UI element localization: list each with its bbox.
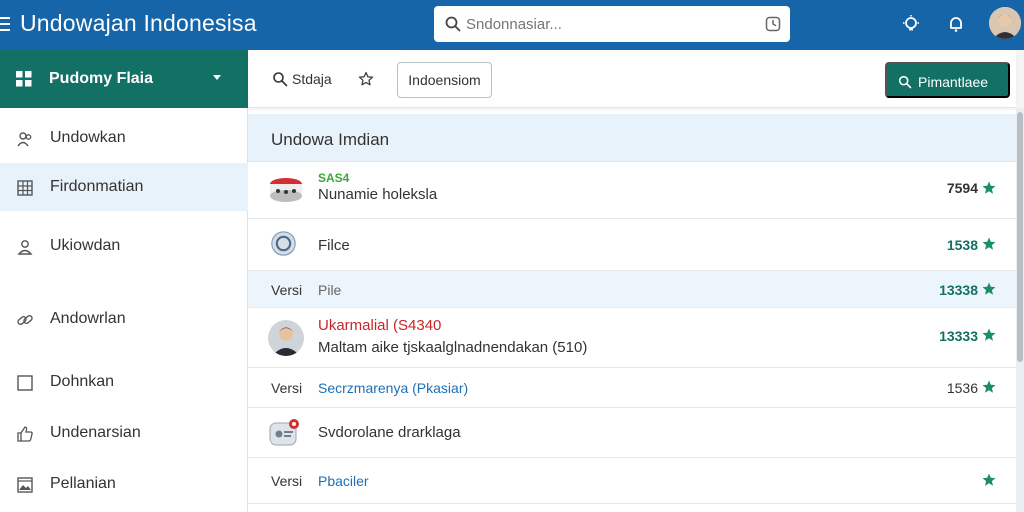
toolbar-search-label[interactable]: Stdaja	[292, 71, 332, 87]
list-item[interactable]: Svdorolane drarklaga	[248, 408, 1016, 458]
toolbar: Stdaja Indoensiom Pimantlaee	[248, 50, 1016, 108]
sidebar-item-label: Pellanian	[50, 475, 116, 492]
item-title: Ukarmalial (S4340	[318, 317, 442, 334]
filter-chip-button[interactable]: Indoensiom	[397, 62, 492, 98]
user-avatar[interactable]	[989, 7, 1021, 39]
sidebar-item-ukiowdan[interactable]: Ukiowdan	[0, 222, 248, 272]
grid-icon	[16, 71, 32, 87]
search-icon[interactable]	[272, 71, 288, 87]
sidebar-item-undenarsian[interactable]: Undenarsian	[0, 409, 248, 459]
item-title: Pile	[318, 282, 342, 298]
notification-bell-icon[interactable]	[944, 12, 968, 36]
sidebar-header-label: Pudomy Flaia	[49, 70, 154, 87]
star-icon[interactable]	[982, 282, 996, 296]
version-label: Versi	[271, 473, 303, 489]
app-header: Undowajan Indonesisa	[0, 0, 1024, 50]
item-title: Svdorolane drarklaga	[318, 424, 461, 441]
list-item[interactable]: Filce 1538	[248, 219, 1016, 271]
item-count: 13338	[939, 282, 978, 298]
item-count: 1538	[946, 237, 978, 253]
history-icon[interactable]	[764, 15, 782, 33]
sidebar: Pudomy Flaia Undowkan Firdonmatian Ukiow…	[0, 50, 248, 512]
item-count: 1536	[946, 380, 978, 396]
sidebar-item-andowrlan[interactable]: Andowrlan	[0, 295, 248, 345]
app-title: Undowajan Indonesisa	[20, 10, 257, 36]
primary-button-label: Pimantlaee	[918, 74, 989, 90]
list-item[interactable]: Versi Pbaciler	[248, 458, 1016, 504]
image-icon	[17, 477, 33, 493]
item-count: 13333	[939, 328, 978, 344]
sidebar-item-firdonmatian[interactable]: Firdonmatian	[0, 163, 248, 211]
star-outline-icon[interactable]	[358, 71, 374, 87]
person-avatar	[268, 320, 304, 356]
search-icon	[445, 16, 461, 32]
primary-search-button[interactable]: Pimantlaee	[885, 62, 1010, 98]
sidebar-item-label: Firdonmatian	[50, 178, 144, 195]
link-icon	[17, 315, 33, 325]
item-tag: SAS4	[318, 171, 350, 185]
chat-app-icon	[268, 415, 304, 451]
menu-icon[interactable]	[0, 13, 12, 35]
global-search[interactable]	[434, 6, 790, 42]
item-subtitle: Maltam aike tjskaalglnadnendakan (510)	[318, 339, 588, 356]
sidebar-item-label: Dohnkan	[50, 373, 115, 390]
item-title: Filce	[318, 237, 350, 254]
version-label: Versi	[271, 282, 303, 298]
lightbulb-icon[interactable]	[899, 12, 923, 36]
version-label: Versi	[271, 380, 303, 396]
search-input[interactable]	[466, 12, 756, 36]
chevron-down-icon	[213, 75, 221, 80]
star-icon[interactable]	[982, 237, 996, 251]
item-link[interactable]: Pbaciler	[318, 473, 369, 489]
square-icon	[17, 375, 33, 391]
scrollbar-thumb[interactable]	[1017, 112, 1023, 362]
star-icon[interactable]	[982, 380, 996, 394]
sidebar-workspace-selector[interactable]: Pudomy Flaia	[0, 50, 248, 108]
vertical-scrollbar[interactable]	[1016, 108, 1024, 512]
item-count: 7594	[946, 180, 978, 196]
people-icon	[17, 132, 32, 147]
list-item[interactable]: SAS4 Nunamie holeksla 7594	[248, 162, 1016, 219]
sidebar-item-label: Andowrlan	[50, 310, 126, 327]
app-logo-icon	[268, 228, 304, 264]
person-icon	[17, 240, 33, 255]
sidebar-item-label: Ukiowdan	[50, 237, 121, 254]
item-link[interactable]: Secrzmarenya (Pkasiar)	[318, 380, 468, 396]
sidebar-item-undowkan[interactable]: Undowkan	[0, 114, 248, 164]
main-content: Stdaja Indoensiom Pimantlaee Undowa Imdi…	[248, 50, 1016, 512]
section-header: Undowa Imdian	[248, 114, 1016, 162]
list-item[interactable]: Versi Pile 13338	[248, 271, 1016, 308]
list-item[interactable]: Versi Secrzmarenya (Pkasiar) 1536	[248, 368, 1016, 408]
sidebar-item-dohnkan[interactable]: Dohnkan	[0, 358, 248, 408]
section-title: Undowa Imdian	[271, 130, 390, 149]
item-title: Nunamie holeksla	[318, 186, 438, 203]
sidebar-item-label: Undenarsian	[50, 424, 141, 441]
star-icon[interactable]	[982, 328, 996, 342]
calendar-grid-icon	[17, 180, 33, 196]
star-icon[interactable]	[982, 181, 996, 195]
search-icon	[898, 75, 912, 89]
sidebar-item-pellanian[interactable]: Pellanian	[0, 460, 248, 510]
avatar-image	[989, 7, 1021, 39]
thumb-up-icon	[17, 426, 33, 442]
sidebar-item-label: Undowkan	[50, 129, 126, 146]
drum-thumbnail-icon	[268, 172, 304, 208]
list-item[interactable]: Ukarmalial (S4340 Maltam aike tjskaalgln…	[248, 308, 1016, 368]
star-icon[interactable]	[982, 473, 996, 487]
